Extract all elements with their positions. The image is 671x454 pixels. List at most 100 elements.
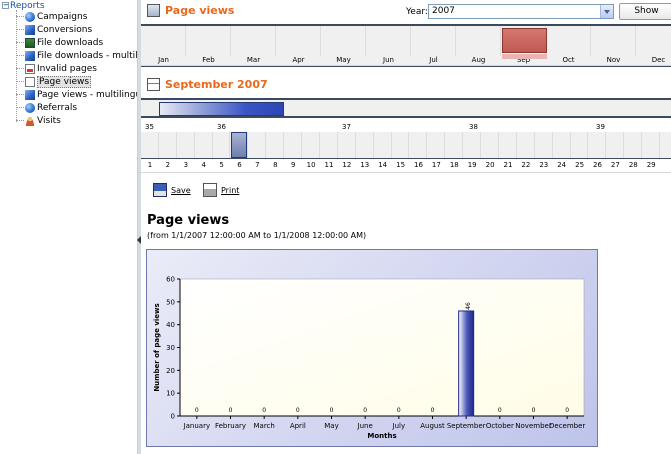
tree-item[interactable]: Campaigns (16, 10, 87, 23)
month-label[interactable]: Jun (366, 56, 411, 64)
day-cell[interactable] (320, 132, 338, 158)
day-cell[interactable] (302, 132, 320, 158)
day-label[interactable]: 20 (481, 161, 499, 169)
month-cell[interactable] (366, 26, 411, 56)
day-cell[interactable] (427, 132, 446, 158)
selected-month[interactable] (502, 28, 547, 59)
month-label[interactable]: Oct (546, 56, 591, 64)
day-cell[interactable] (553, 132, 571, 158)
month-label[interactable]: Dec (636, 56, 671, 64)
day-cell[interactable] (248, 132, 267, 158)
week-selector[interactable] (141, 100, 671, 116)
week-label[interactable]: 38 (469, 123, 478, 131)
print-button[interactable]: Print (203, 183, 239, 197)
day-label[interactable]: 29 (642, 161, 660, 169)
day-cell[interactable] (410, 132, 428, 158)
month-label[interactable]: Mar (231, 56, 276, 64)
day-label[interactable]: 1 (141, 161, 159, 169)
day-cell[interactable] (177, 132, 195, 158)
selected-day[interactable] (230, 132, 247, 158)
day-label[interactable]: 7 (248, 161, 266, 169)
week-label[interactable]: 36 (217, 123, 226, 131)
day-label[interactable]: 4 (195, 161, 213, 169)
day-label[interactable]: 11 (320, 161, 338, 169)
day-label[interactable]: 21 (499, 161, 517, 169)
day-cell[interactable] (517, 132, 535, 158)
day-cell[interactable] (463, 132, 482, 158)
day-cell[interactable] (213, 132, 231, 158)
month-label[interactable]: Jul (411, 56, 456, 64)
month-cell[interactable] (276, 26, 321, 56)
day-cell[interactable] (535, 132, 553, 158)
day-label[interactable]: 15 (392, 161, 410, 169)
day-selector[interactable] (141, 132, 671, 158)
save-button[interactable]: Save (153, 183, 191, 197)
day-cell[interactable] (392, 132, 410, 158)
month-cell[interactable] (456, 26, 501, 56)
show-button[interactable]: Show (619, 3, 671, 20)
day-cell[interactable] (642, 132, 661, 158)
tree-item[interactable]: Page views - multilingual (16, 88, 137, 101)
month-label[interactable]: Apr (276, 56, 321, 64)
day-cell[interactable] (499, 132, 517, 158)
day-label[interactable]: 5 (213, 161, 231, 169)
day-label[interactable]: 2 (159, 161, 177, 169)
day-cell[interactable] (481, 132, 499, 158)
day-label[interactable]: 14 (374, 161, 392, 169)
month-label[interactable]: Aug (456, 56, 501, 64)
month-cell[interactable] (231, 26, 276, 56)
day-label[interactable]: 6 (231, 161, 249, 169)
day-cell[interactable] (195, 132, 213, 158)
month-cell[interactable] (186, 26, 231, 56)
day-label[interactable]: 18 (445, 161, 463, 169)
chevron-down-icon[interactable] (600, 5, 613, 18)
month-cell[interactable] (546, 26, 591, 56)
week-label[interactable]: 39 (596, 123, 605, 131)
year-select[interactable]: 2007 (428, 4, 614, 19)
tree-item[interactable]: Conversions (16, 23, 92, 36)
day-label[interactable]: 10 (302, 161, 320, 169)
month-cell[interactable] (141, 26, 186, 56)
day-cell[interactable] (374, 132, 392, 158)
month-label[interactable]: May (321, 56, 366, 64)
day-cell[interactable] (159, 132, 177, 158)
day-label[interactable]: 22 (517, 161, 535, 169)
day-label[interactable]: 8 (266, 161, 284, 169)
day-cell[interactable] (606, 132, 625, 158)
day-label[interactable]: 25 (571, 161, 589, 169)
day-cell[interactable] (266, 132, 285, 158)
month-cell[interactable] (321, 26, 366, 56)
day-cell[interactable] (338, 132, 356, 158)
day-cell[interactable] (589, 132, 607, 158)
day-label[interactable]: 24 (553, 161, 571, 169)
day-cell[interactable] (356, 132, 374, 158)
day-label[interactable]: 17 (427, 161, 445, 169)
day-cell[interactable] (445, 132, 464, 158)
collapse-icon[interactable]: − (2, 2, 9, 9)
week-label[interactable]: 37 (342, 123, 351, 131)
day-label[interactable]: 19 (463, 161, 481, 169)
tree-item[interactable]: File downloads - multilingual (16, 49, 137, 62)
day-label[interactable]: 26 (589, 161, 607, 169)
day-label[interactable]: 23 (535, 161, 553, 169)
month-selector[interactable]: Jan Feb Mar Apr May Jun Jul Aug Sep Oct Nov Dec (141, 26, 671, 66)
day-label[interactable]: 16 (410, 161, 428, 169)
month-label[interactable]: Feb (186, 56, 231, 64)
day-label[interactable]: 13 (356, 161, 374, 169)
month-cell[interactable] (636, 26, 671, 56)
tree-item[interactable]: Invalid pages (16, 62, 97, 75)
day-label[interactable]: 3 (177, 161, 195, 169)
month-cell[interactable] (591, 26, 636, 56)
day-cell[interactable] (571, 132, 589, 158)
day-cell[interactable] (284, 132, 303, 158)
tree-item[interactable]: Referrals (16, 101, 77, 114)
month-label[interactable]: Jan (141, 56, 186, 64)
day-label[interactable]: 9 (284, 161, 302, 169)
day-label[interactable]: 28 (624, 161, 642, 169)
selected-week[interactable] (159, 102, 284, 116)
day-label[interactable]: 12 (338, 161, 356, 169)
tree-item[interactable]: Visits (16, 114, 61, 127)
week-label[interactable]: 35 (145, 123, 154, 131)
day-cell[interactable] (624, 132, 643, 158)
day-label[interactable]: 27 (606, 161, 624, 169)
